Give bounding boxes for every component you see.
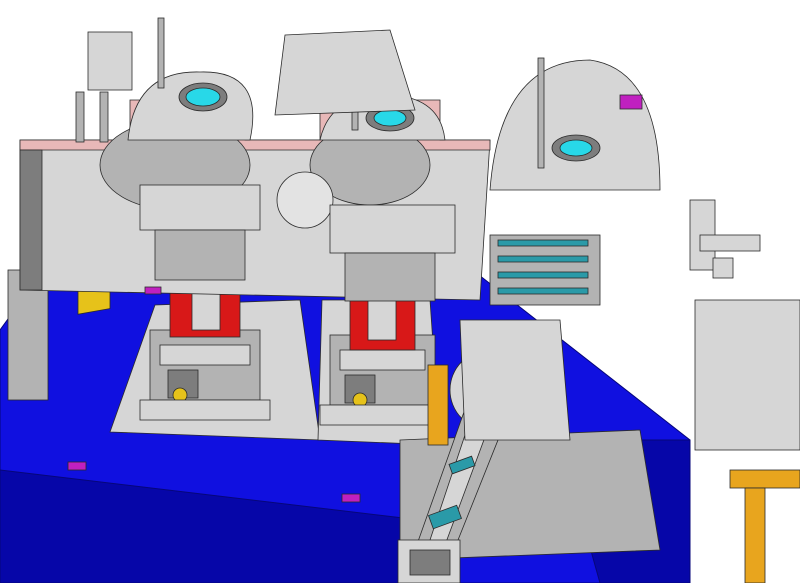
orange-post <box>427 364 449 446</box>
gauge-box <box>87 31 133 91</box>
side-flange-cross <box>689 199 761 279</box>
cad-scene <box>0 17 800 583</box>
yellow-support-right <box>729 469 800 583</box>
pump-block <box>274 29 416 116</box>
viewport-window-icon <box>178 82 228 112</box>
sample-carousel <box>489 234 601 306</box>
dome-right <box>489 59 661 191</box>
stepper-motor <box>397 539 461 583</box>
viewport-window-icon <box>551 134 601 162</box>
right-chamber-body <box>459 319 571 441</box>
lifting-stage-left <box>139 329 271 421</box>
chamber-sphere <box>276 171 334 229</box>
load-lock-box <box>694 299 800 451</box>
